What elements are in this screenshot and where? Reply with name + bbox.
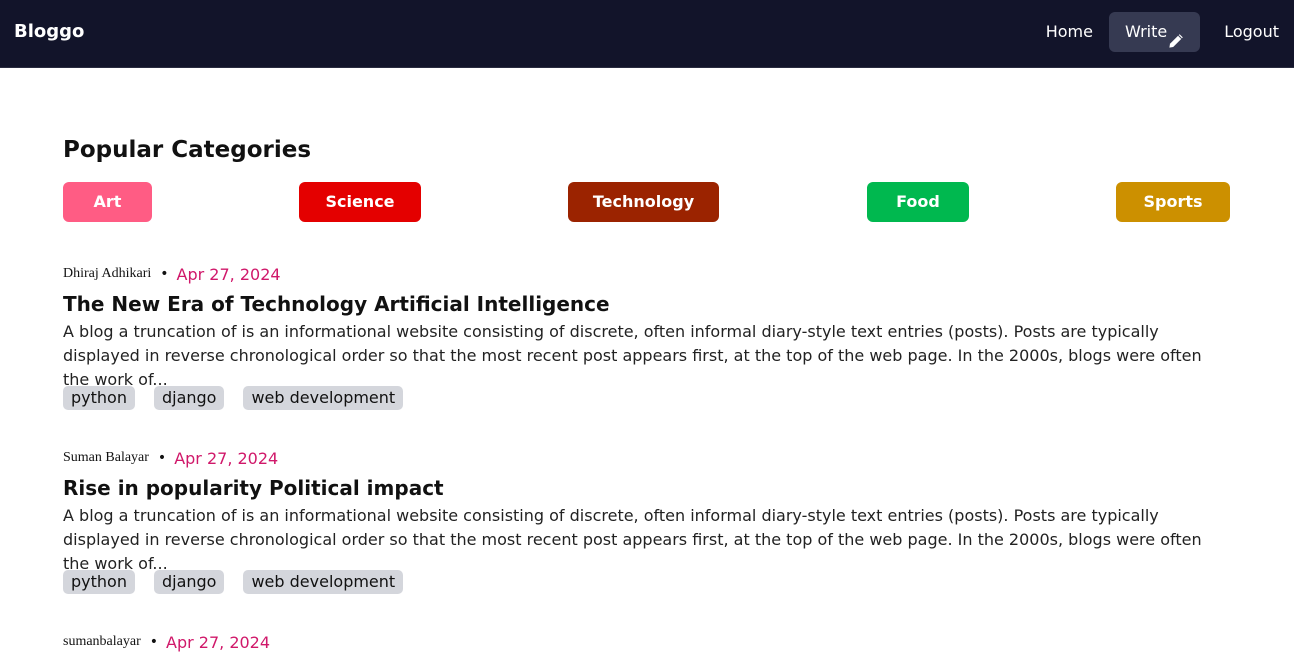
tag-web-development[interactable]: web development — [243, 386, 404, 410]
post-date: Apr 27, 2024 — [176, 264, 281, 284]
post-date: Apr 27, 2024 — [166, 632, 271, 652]
nav-home-label: Home — [1045, 22, 1093, 41]
post-title[interactable]: The New Era of Technology Artificial Int… — [63, 291, 610, 317]
post-date: Apr 27, 2024 — [174, 448, 279, 468]
post-tags: python django web development — [63, 570, 422, 594]
category-label: Science — [325, 192, 395, 211]
pencil-icon — [1168, 24, 1184, 48]
separator-dot: • — [160, 266, 169, 282]
post-card: Suman Balayar • Apr 27, 2024 Rise in pop… — [63, 448, 1223, 608]
post-author[interactable]: Suman Balayar — [63, 450, 149, 466]
category-science-button[interactable]: Science — [299, 182, 421, 222]
nav-links: Home Write Logout — [1030, 12, 1294, 52]
category-sports-button[interactable]: Sports — [1116, 182, 1230, 222]
category-art-button[interactable]: Art — [63, 182, 152, 222]
post-card: Dhiraj Adhikari • Apr 27, 2024 The New E… — [63, 264, 1223, 424]
category-technology-button[interactable]: Technology — [568, 182, 719, 222]
nav-write-label: Write — [1124, 22, 1168, 41]
category-label: Art — [93, 192, 122, 211]
tag-django[interactable]: django — [153, 570, 225, 594]
category-label: Food — [896, 192, 940, 211]
category-label: Sports — [1143, 192, 1203, 211]
separator-dot: • — [149, 634, 159, 650]
post-author[interactable]: sumanbalayar — [63, 634, 141, 650]
nav-logout-link[interactable]: Logout — [1208, 12, 1294, 52]
post-meta: Suman Balayar • Apr 27, 2024 — [63, 448, 278, 468]
tag-python[interactable]: python — [63, 570, 135, 594]
nav-write-button[interactable]: Write — [1108, 12, 1201, 52]
post-meta: sumanbalayar • Apr 27, 2024 — [63, 632, 270, 652]
category-label: Technology — [592, 192, 695, 211]
popular-categories-heading: Popular Categories — [63, 137, 312, 163]
post-card: sumanbalayar • Apr 27, 2024 — [63, 632, 1223, 656]
post-excerpt: A blog a truncation of is an information… — [63, 506, 1202, 573]
post-excerpt: A blog a truncation of is an information… — [63, 322, 1202, 389]
nav-logout-label: Logout — [1224, 22, 1279, 41]
category-food-button[interactable]: Food — [867, 182, 969, 222]
tag-django[interactable]: django — [153, 386, 225, 410]
separator-dot: • — [157, 450, 167, 466]
brand-logo[interactable]: Bloggo — [14, 21, 84, 43]
post-author[interactable]: Dhiraj Adhikari — [63, 266, 151, 282]
nav-home-link[interactable]: Home — [1030, 12, 1109, 52]
navbar: Bloggo Home Write Logout — [0, 0, 1294, 68]
post-meta: Dhiraj Adhikari • Apr 27, 2024 — [63, 264, 281, 284]
tag-web-development[interactable]: web development — [243, 570, 404, 594]
post-tags: python django web development — [63, 386, 422, 410]
tag-python[interactable]: python — [63, 386, 135, 410]
post-title[interactable]: Rise in popularity Political impact — [63, 475, 444, 501]
